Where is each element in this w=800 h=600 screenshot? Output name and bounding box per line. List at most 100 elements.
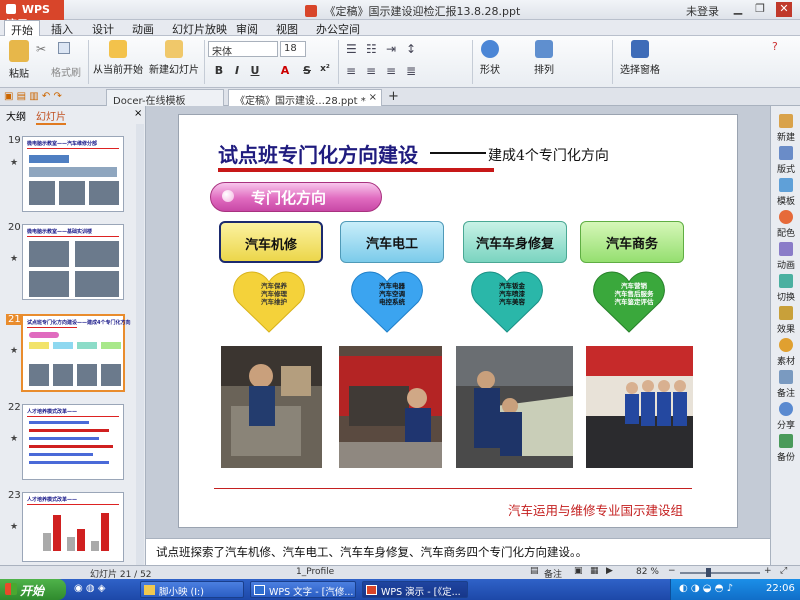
italic-button[interactable]: I — [230, 64, 244, 78]
bullet-list-icon[interactable]: ☰ — [346, 42, 357, 56]
new-slide-button[interactable]: 新建幻灯片 — [146, 40, 202, 76]
quicklaunch-icons[interactable]: ◉ ◍ ◈ — [74, 583, 106, 594]
indent-icon[interactable]: ⇥ — [386, 42, 396, 56]
justify-icon[interactable]: ≣ — [406, 64, 416, 78]
task-wps-presentation[interactable]: WPS 演示 - [《定... — [362, 581, 468, 598]
help-icon[interactable]: ? — [772, 40, 778, 53]
zoom-slider[interactable] — [680, 572, 760, 574]
view-normal-icon[interactable]: ▣ — [574, 566, 583, 576]
clock[interactable]: 22:06 — [766, 583, 795, 594]
slide-thumb-23[interactable]: 人才培养模式改革—— — [22, 492, 124, 562]
login-link[interactable]: 未登录 — [686, 3, 719, 19]
app-menu-button[interactable]: WPS 演示 — [0, 0, 64, 31]
photo-electrical-repair[interactable] — [339, 346, 442, 468]
heart-items-electrician: 汽车电器 汽车空调 电控系统 — [379, 282, 405, 306]
photo-engine-repair[interactable] — [221, 346, 322, 468]
menu-bar: 开始 插入 设计 动画 幻灯片放映 审阅 视图 办公空间 — [0, 20, 800, 37]
slide-thumb-22[interactable]: 人才培养模式改革—— — [22, 404, 124, 480]
from-current-button[interactable]: 从当前开始 — [92, 40, 144, 76]
close-tab-icon[interactable]: × — [369, 92, 377, 103]
tab-office-space[interactable]: 办公空间 — [310, 20, 366, 36]
slide-thumb-21[interactable]: 试点班专门化方向建设——建成4个专门化方向 — [21, 314, 130, 392]
organization-label[interactable]: 汽车运用与维修专业国示建设组 — [508, 500, 683, 519]
align-right-icon[interactable]: ≡ — [386, 64, 396, 78]
rp-layout-button[interactable]: 版式 — [771, 146, 800, 175]
rp-animation-button[interactable]: 动画 — [771, 242, 800, 271]
cut-icon[interactable]: ✂ — [36, 42, 46, 56]
direction-box-mechanic[interactable]: 汽车机修 — [219, 221, 323, 263]
ribbon-separator — [88, 40, 89, 84]
photo-body-repair[interactable] — [456, 346, 573, 468]
zoom-slider-handle[interactable] — [706, 568, 711, 577]
rp-notes-button[interactable]: 备注 — [771, 370, 800, 399]
notes-pane[interactable]: 试点班探索了汽车机修、汽车电工、汽车车身修复、汽车商务四个专门化方向建设。。 — [146, 538, 770, 565]
tab-animation[interactable]: 动画 — [126, 20, 160, 36]
tab-slideshow[interactable]: 幻灯片放映 — [166, 20, 233, 36]
font-name-select[interactable]: 宋体 — [208, 41, 278, 58]
slide-title[interactable]: 试点班专门化方向建设 — [218, 139, 418, 168]
task-wps-writer[interactable]: WPS 文字 - [汽修... — [250, 581, 356, 598]
slide-subtitle[interactable]: 建成4个专门化方向 — [488, 145, 609, 165]
format-painter-button[interactable]: 格式刷 — [48, 64, 84, 79]
zoom-out-icon[interactable]: − — [668, 566, 676, 576]
arrange-button[interactable]: 排列 — [530, 40, 558, 76]
paste-button[interactable]: 粘贴 — [4, 40, 34, 80]
direction-box-electrician[interactable]: 汽车电工 — [340, 221, 444, 263]
tab-review[interactable]: 审阅 — [230, 20, 264, 36]
tab-view[interactable]: 视图 — [270, 20, 304, 36]
layout-icon — [779, 146, 793, 160]
scrollbar[interactable] — [136, 124, 144, 565]
slideshow-play-icon — [109, 40, 127, 58]
tab-design[interactable]: 设计 — [86, 20, 120, 36]
align-left-icon[interactable]: ≡ — [346, 64, 356, 78]
rp-assets-button[interactable]: 素材 — [771, 338, 800, 367]
rp-backup-button[interactable]: 备份 — [771, 434, 800, 463]
task-folder[interactable]: 脚小映 (I:) — [140, 581, 244, 598]
view-sorter-icon[interactable]: ▦ — [590, 566, 599, 576]
direction-box-commerce[interactable]: 汽车商务 — [580, 221, 684, 263]
shape-button[interactable]: 形状 — [476, 40, 504, 76]
zoom-in-icon[interactable]: + — [764, 566, 772, 576]
quick-access-icons[interactable]: ▣ ▤ ▥ ↶ ↷ — [4, 91, 62, 102]
new-icon — [779, 114, 793, 128]
slide-thumb-19[interactable]: 微电脑示教室——汽车维修分部 — [22, 136, 124, 212]
slide-thumb-20[interactable]: 微电脑示教室——基础实训楼 — [22, 224, 124, 300]
rp-share-button[interactable]: 分享 — [771, 402, 800, 431]
close-icon[interactable]: ✕ — [776, 2, 792, 17]
tab-home[interactable]: 开始 — [4, 20, 40, 37]
view-slideshow-icon[interactable]: ▶ — [606, 566, 613, 576]
superscript-button[interactable]: x² — [318, 64, 332, 78]
tab-insert[interactable]: 插入 — [45, 20, 79, 36]
direction-box-body-repair[interactable]: 汽车车身修复 — [463, 221, 567, 263]
tab-slides[interactable]: 幻灯片 — [36, 108, 66, 125]
rp-template-button[interactable]: 模板 — [771, 178, 800, 207]
fit-window-icon[interactable]: ⤢ — [780, 566, 787, 576]
add-tab-icon[interactable]: + — [388, 89, 399, 104]
notes-toggle-icon[interactable]: ▤ — [530, 566, 539, 576]
rp-color-scheme-button[interactable]: 配色 — [771, 210, 800, 239]
close-panel-icon[interactable]: × — [134, 108, 142, 119]
tab-current-document[interactable]: 《定稿》国示建设…28.ppt * × — [228, 89, 382, 107]
assets-icon — [779, 338, 793, 352]
tray-icons[interactable]: ◐ ◑ ◒ ◓ ♪ — [679, 583, 733, 594]
restore-icon[interactable]: ❐ — [752, 2, 768, 17]
minimize-icon[interactable]: ▁ — [730, 2, 746, 17]
photo-auto-commerce[interactable] — [586, 346, 693, 468]
font-size-select[interactable]: 18 — [280, 41, 306, 57]
rp-transition-button[interactable]: 切换 — [771, 274, 800, 303]
font-color-button[interactable]: A — [278, 64, 292, 78]
align-center-icon[interactable]: ≡ — [366, 64, 376, 78]
copy-icon[interactable] — [58, 42, 70, 54]
bold-button[interactable]: B — [212, 64, 226, 78]
strikethrough-button[interactable]: S — [300, 64, 314, 78]
tab-outline[interactable]: 大纲 — [6, 108, 26, 123]
rp-new-button[interactable]: 新建 — [771, 114, 800, 143]
select-pane-button[interactable]: 选择窗格 — [618, 40, 662, 76]
rp-effects-button[interactable]: 效果 — [771, 306, 800, 335]
underline-button[interactable]: U — [248, 64, 262, 78]
numbered-list-icon[interactable]: ☷ — [366, 42, 377, 56]
thumb-title: 微电脑示教室——汽车维修分部 — [27, 141, 98, 147]
start-button[interactable]: 开始 — [0, 579, 66, 600]
tab-docer-templates[interactable]: Docer-在线模板 — [106, 89, 224, 107]
line-spacing-icon[interactable]: ↕ — [406, 42, 416, 56]
